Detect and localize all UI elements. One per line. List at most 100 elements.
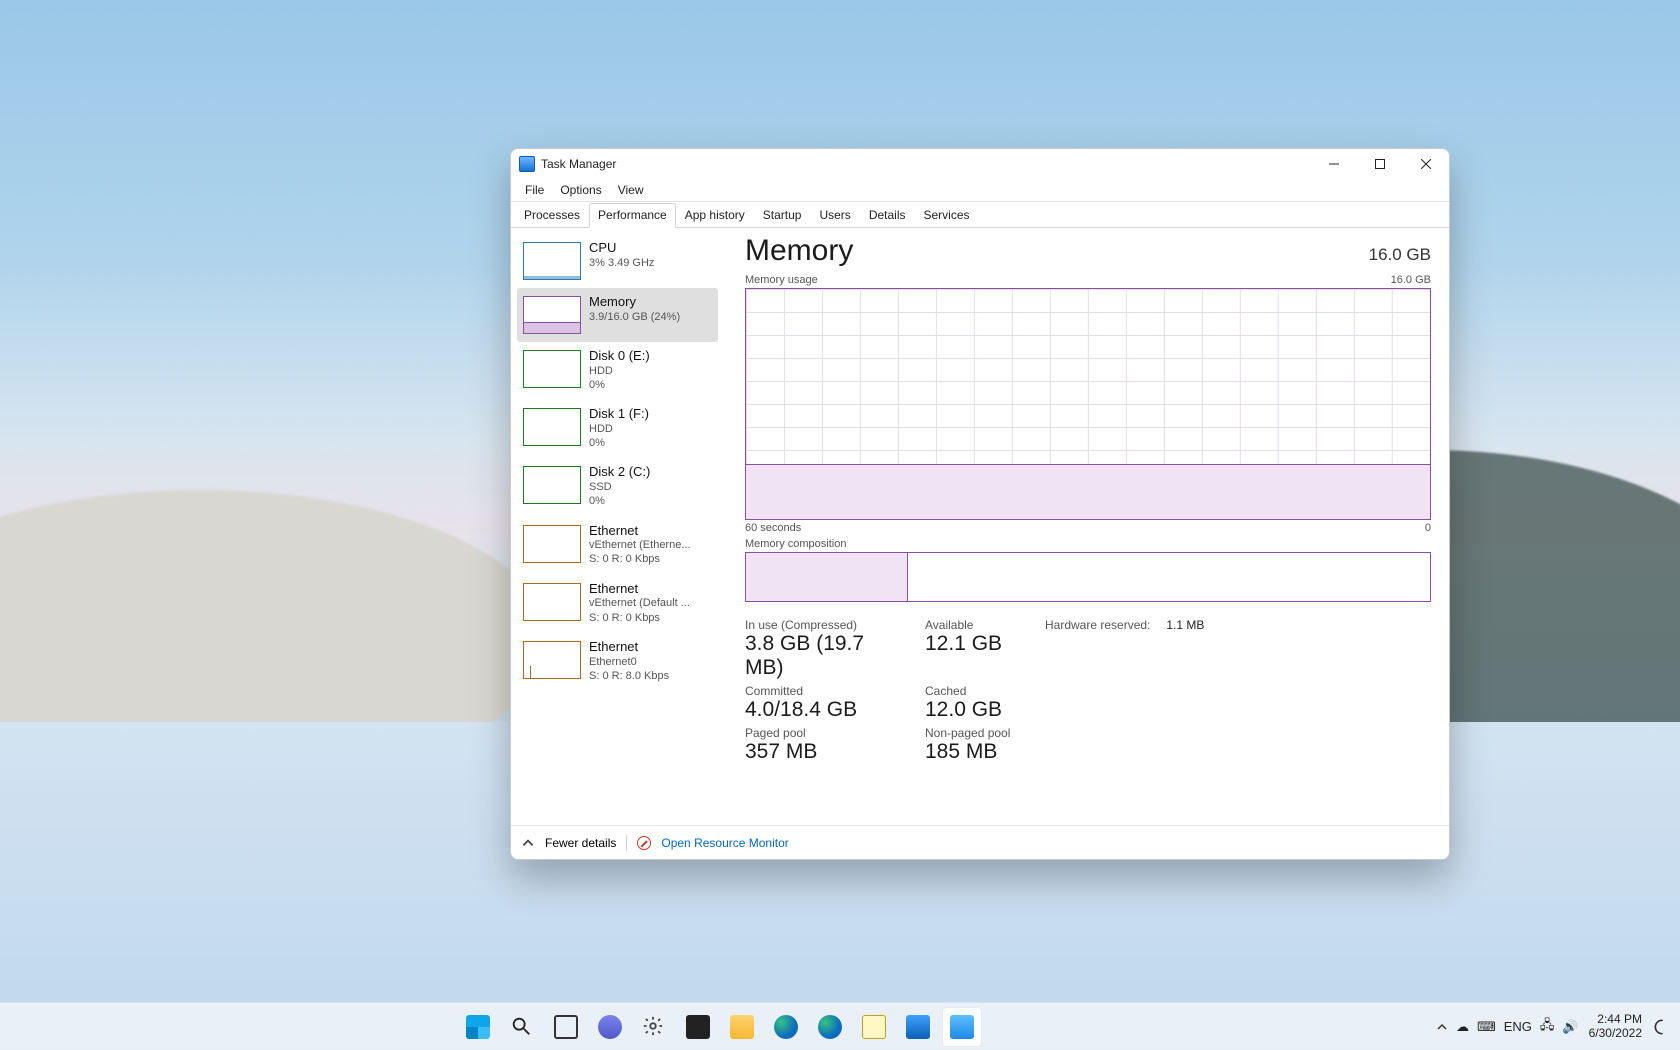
sidebar-item-memory[interactable]: Memory 3.9/16.0 GB (24%) <box>517 288 718 342</box>
sidebar-item-cpu[interactable]: CPU 3% 3.49 GHz <box>517 234 718 288</box>
menubar: File Options View <box>511 179 1449 201</box>
network-icon[interactable]: 🖧 <box>1540 1016 1555 1038</box>
taskbar[interactable]: ☁ ⌨ ENG 🖧 🔊 2:44 PM 6/30/2022 <box>0 1002 1680 1050</box>
task-manager-window: Task Manager File Options View Processes… <box>510 148 1450 860</box>
chart-title: Memory usage <box>745 274 818 286</box>
taskbar-app-chat[interactable] <box>590 1007 630 1047</box>
tab-details[interactable]: Details <box>860 203 915 228</box>
divider <box>626 835 627 851</box>
page-title: Memory <box>745 234 853 268</box>
sidebar-item-sub: vEthernet (Etherne... <box>589 538 691 552</box>
window-title: Task Manager <box>541 157 616 171</box>
stat-value: 357 MB <box>745 740 905 764</box>
taskbar-app-edge-canary[interactable] <box>810 1007 850 1047</box>
taskbar-app-notepad[interactable] <box>854 1007 894 1047</box>
memory-usage-chart[interactable] <box>745 288 1431 520</box>
stat-label: Committed <box>745 684 905 698</box>
maximize-button[interactable] <box>1357 149 1403 179</box>
memory-detail-pane: Memory 16.0 GB Memory usage 16.0 GB 60 s… <box>721 228 1449 825</box>
stat-value: 185 MB <box>925 740 1025 764</box>
ethernet-thumb-icon <box>523 525 581 563</box>
stat-label: Hardware reserved: <box>1045 618 1150 632</box>
task-view-button[interactable] <box>546 1007 586 1047</box>
sidebar-item-sub: S: 0 R: 0 Kbps <box>589 552 691 566</box>
clock-date: 6/30/2022 <box>1589 1027 1642 1041</box>
keyboard-icon[interactable]: ⌨ <box>1477 1019 1496 1035</box>
chart-x-left: 60 seconds <box>745 522 801 534</box>
disk-thumb-icon <box>523 350 581 388</box>
notifications-icon[interactable] <box>1652 1017 1672 1037</box>
taskbar-app-photos[interactable] <box>942 1007 982 1047</box>
sidebar-item-sub: vEthernet (Default ... <box>589 596 690 610</box>
taskbar-app-edge[interactable] <box>766 1007 806 1047</box>
open-resource-monitor-link[interactable]: Open Resource Monitor <box>661 836 788 850</box>
volume-icon[interactable]: 🔊 <box>1562 1019 1578 1035</box>
menu-view[interactable]: View <box>610 181 652 199</box>
tab-bar: Processes Performance App history Startu… <box>511 201 1449 228</box>
sidebar-item-sub: 0% <box>589 494 650 508</box>
app-icon <box>519 156 535 172</box>
sidebar-item-label: Disk 2 (C:) <box>589 464 650 480</box>
sidebar-item-label: Disk 0 (E:) <box>589 348 650 364</box>
sidebar-item-label: Ethernet <box>589 639 669 655</box>
taskbar-center <box>458 1007 982 1047</box>
sidebar-item-ethernet-2[interactable]: Ethernet Ethernet0 S: 0 R: 8.0 Kbps <box>517 633 718 691</box>
sidebar-item-sub: 0% <box>589 378 650 392</box>
taskbar-app-remote-desktop[interactable] <box>898 1007 938 1047</box>
titlebar[interactable]: Task Manager <box>511 149 1449 179</box>
composition-title: Memory composition <box>745 538 846 550</box>
sidebar-item-sub: Ethernet0 <box>589 655 669 669</box>
stat-value: 3.8 GB (19.7 MB) <box>745 632 905 680</box>
stat-value: 4.0/18.4 GB <box>745 698 905 722</box>
close-button[interactable] <box>1403 149 1449 179</box>
menu-file[interactable]: File <box>517 181 552 199</box>
fewer-details-button[interactable]: Fewer details <box>545 836 616 850</box>
stat-value: 1.1 MB <box>1166 618 1204 632</box>
sidebar-item-sub: HDD <box>589 422 649 436</box>
tab-processes[interactable]: Processes <box>515 203 589 228</box>
tab-startup[interactable]: Startup <box>754 203 811 228</box>
taskbar-app-explorer[interactable] <box>722 1007 762 1047</box>
sidebar-item-disk1[interactable]: Disk 1 (F:) HDD 0% <box>517 400 718 458</box>
onedrive-icon[interactable]: ☁ <box>1456 1019 1469 1035</box>
tab-app-history[interactable]: App history <box>676 203 754 228</box>
memory-thumb-icon <box>523 296 581 334</box>
menu-options[interactable]: Options <box>552 181 609 199</box>
taskbar-app-terminal[interactable] <box>678 1007 718 1047</box>
tab-services[interactable]: Services <box>915 203 979 228</box>
taskbar-clock[interactable]: 2:44 PM 6/30/2022 <box>1589 1013 1642 1041</box>
stat-label: Available <box>925 618 1025 632</box>
taskbar-right: ☁ ⌨ ENG 🖧 🔊 2:44 PM 6/30/2022 <box>1436 1013 1680 1041</box>
sidebar-item-disk2[interactable]: Disk 2 (C:) SSD 0% <box>517 458 718 516</box>
chevron-up-icon[interactable] <box>1436 1021 1448 1033</box>
sidebar-item-sub: 3.9/16.0 GB (24%) <box>589 310 680 324</box>
language-indicator[interactable]: ENG <box>1504 1019 1532 1034</box>
cpu-thumb-icon <box>523 242 581 280</box>
stat-label: In use (Compressed) <box>745 618 905 632</box>
memory-composition-used <box>746 553 908 601</box>
tab-users[interactable]: Users <box>810 203 859 228</box>
system-tray[interactable]: ☁ ⌨ ENG 🖧 🔊 <box>1436 1016 1579 1038</box>
tab-performance[interactable]: Performance <box>589 203 676 228</box>
minimize-button[interactable] <box>1311 149 1357 179</box>
chevron-up-icon[interactable] <box>521 836 535 850</box>
memory-composition-chart[interactable] <box>745 552 1431 602</box>
window-footer: Fewer details Open Resource Monitor <box>511 825 1449 859</box>
stat-value: 12.0 GB <box>925 698 1025 722</box>
sidebar-item-ethernet-1[interactable]: Ethernet vEthernet (Default ... S: 0 R: … <box>517 575 718 633</box>
sidebar-item-disk0[interactable]: Disk 0 (E:) HDD 0% <box>517 342 718 400</box>
sidebar-item-label: Ethernet <box>589 581 690 597</box>
sidebar-item-sub: SSD <box>589 480 650 494</box>
stat-label: Non-paged pool <box>925 726 1025 740</box>
taskbar-app-settings[interactable] <box>634 1007 674 1047</box>
start-button[interactable] <box>458 1007 498 1047</box>
stat-label: Cached <box>925 684 1025 698</box>
ethernet-thumb-icon <box>523 641 581 679</box>
performance-sidebar: CPU 3% 3.49 GHz Memory 3.9/16.0 GB (24%)… <box>511 228 721 825</box>
sidebar-item-sub: 3% 3.49 GHz <box>589 256 654 270</box>
sidebar-item-sub: 0% <box>589 436 649 450</box>
sidebar-item-sub: S: 0 R: 0 Kbps <box>589 611 690 625</box>
sidebar-item-label: Ethernet <box>589 523 691 539</box>
sidebar-item-ethernet-0[interactable]: Ethernet vEthernet (Etherne... S: 0 R: 0… <box>517 517 718 575</box>
search-button[interactable] <box>502 1007 542 1047</box>
